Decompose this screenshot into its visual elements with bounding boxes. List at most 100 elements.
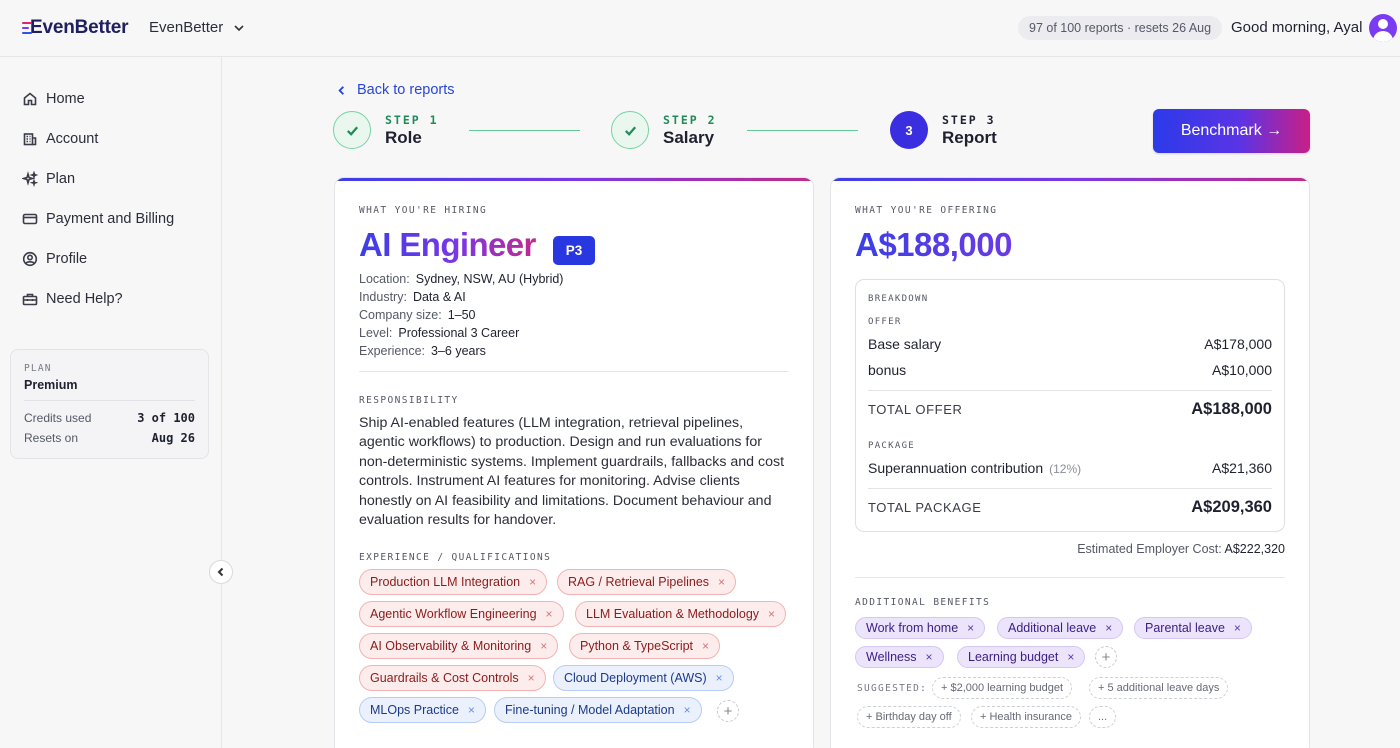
- add-benefit-button[interactable]: +: [1095, 646, 1117, 668]
- plan-card: PLAN Premium Credits used 3 of 100 Reset…: [10, 349, 209, 459]
- step-connector: [747, 130, 858, 131]
- employer-cost: Estimated Employer Cost: A$222,320: [1077, 542, 1285, 556]
- step-salary[interactable]: STEP 2 Salary: [611, 111, 717, 149]
- step-report[interactable]: 3 STEP 3 Report: [890, 111, 997, 149]
- detail-company-size: Company size: 1–50: [359, 308, 476, 322]
- benchmark-button[interactable]: Benchmark →: [1153, 109, 1310, 153]
- detail-value: Sydney, NSW, AU (Hybrid): [415, 272, 564, 286]
- responsibility-text: Ship AI-enabled features (LLM integratio…: [359, 415, 785, 529]
- step-role[interactable]: STEP 1 Role: [333, 111, 439, 149]
- detail-experience: Experience: 3–6 years: [359, 344, 486, 358]
- benefit-chip-label: Parental leave: [1145, 621, 1225, 635]
- benefit-chip: Learning budget ×: [957, 646, 1086, 668]
- logo[interactable]: EvenBetter: [22, 17, 129, 39]
- building-icon: [23, 133, 37, 146]
- remove-icon[interactable]: ×: [1105, 621, 1112, 635]
- step-number-indicator: 3: [890, 111, 928, 149]
- user-circle-icon: [22, 251, 38, 267]
- sidebar-collapse-button[interactable]: [209, 560, 233, 584]
- skill-chip-label: Guardrails & Cost Controls: [370, 671, 519, 685]
- more-suggestions-button[interactable]: ...: [1089, 706, 1117, 728]
- add-skill-button[interactable]: +: [717, 700, 739, 722]
- detail-key: Industry:: [359, 290, 407, 304]
- logo-mark-icon: [22, 21, 32, 35]
- resets-on-value: Aug 26: [151, 431, 195, 445]
- detail-level: Level: Professional 3 Career: [359, 326, 519, 340]
- remove-icon[interactable]: ×: [702, 639, 709, 653]
- skill-chip-label: Python & TypeScript: [580, 639, 694, 653]
- offer-kicker: OFFER: [868, 317, 902, 327]
- avatar[interactable]: [1369, 14, 1397, 42]
- remove-icon[interactable]: ×: [718, 575, 725, 589]
- toolbox-icon: [22, 293, 38, 306]
- remove-icon[interactable]: ×: [716, 671, 723, 685]
- resets-on-label: Resets on: [24, 431, 79, 445]
- suggested-benefit-chip[interactable]: + $2,000 learning budget: [932, 677, 1073, 699]
- suggested-label: SUGGESTED:: [857, 683, 928, 694]
- sparkles-icon: [22, 171, 38, 187]
- sidebar-item-label: Payment and Billing: [46, 211, 175, 227]
- sidebar-item-payment-billing[interactable]: Payment and Billing: [22, 209, 174, 229]
- qualifications-kicker: EXPERIENCE / QUALIFICATIONS: [359, 552, 552, 563]
- skill-chip-label: AI Observability & Monitoring: [370, 639, 532, 653]
- credits-used-label: Credits used: [24, 411, 92, 425]
- skill-chip-label: Production LLM Integration: [370, 575, 521, 589]
- sidebar-item-need-help[interactable]: Need Help?: [22, 289, 123, 309]
- main-content: Back to reports STEP 1 Role STEP 2 Salar…: [222, 57, 1400, 748]
- remove-icon[interactable]: ×: [546, 607, 553, 621]
- suggested-benefit-chip[interactable]: + Birthday day off: [857, 706, 961, 728]
- hiring-kicker: WHAT YOU'RE HIRING: [359, 205, 488, 216]
- logo-text: EvenBetter: [30, 17, 129, 38]
- detail-location: Location: Sydney, NSW, AU (Hybrid): [359, 272, 563, 286]
- sidebar: Home Account Plan Payment and Billing Pr…: [0, 57, 222, 748]
- total-offer-value: A$188,000: [1191, 400, 1272, 418]
- remove-icon[interactable]: ×: [768, 607, 775, 621]
- sidebar-item-profile[interactable]: Profile: [22, 249, 87, 269]
- remove-icon[interactable]: ×: [468, 703, 475, 717]
- sidebar-item-label: Need Help?: [46, 291, 123, 307]
- remove-icon[interactable]: ×: [1067, 650, 1074, 664]
- sidebar-item-home[interactable]: Home: [22, 89, 85, 109]
- skill-chip: AI Observability & Monitoring ×: [359, 633, 559, 659]
- remove-icon[interactable]: ×: [684, 703, 691, 717]
- base-salary-row: Base salary A$178,000: [868, 336, 1272, 352]
- step-kicker: STEP 3: [942, 112, 996, 127]
- home-icon: [23, 92, 37, 106]
- employer-cost-value: A$222,320: [1224, 542, 1285, 556]
- sidebar-item-plan[interactable]: Plan: [22, 169, 75, 189]
- benefit-chip: Work from home ×: [855, 617, 986, 639]
- remove-icon[interactable]: ×: [1234, 621, 1241, 635]
- skill-chip: Production LLM Integration ×: [359, 569, 548, 595]
- sidebar-item-account[interactable]: Account: [22, 129, 98, 149]
- skill-chip: Guardrails & Cost Controls ×: [359, 665, 546, 691]
- org-switcher[interactable]: EvenBetter: [149, 19, 245, 36]
- skill-chip-label: Cloud Deployment (AWS): [564, 671, 707, 685]
- suggested-benefit-chip[interactable]: + Health insurance: [971, 706, 1082, 728]
- bonus-value: A$10,000: [1212, 362, 1272, 378]
- back-link-label: Back to reports: [357, 82, 455, 98]
- remove-icon[interactable]: ×: [540, 639, 547, 653]
- total-offer-label: TOTAL OFFER: [868, 402, 963, 417]
- detail-value: 3–6 years: [431, 344, 486, 358]
- remove-icon[interactable]: ×: [967, 621, 974, 635]
- remove-icon[interactable]: ×: [529, 575, 536, 589]
- remove-icon[interactable]: ×: [925, 650, 932, 664]
- total-package-value: A$209,360: [1191, 498, 1272, 516]
- skill-chip: Agentic Workflow Engineering ×: [359, 601, 564, 627]
- sidebar-item-label: Profile: [46, 251, 88, 267]
- detail-value: Professional 3 Career: [398, 326, 520, 340]
- suggested-benefit-chip[interactable]: + 5 additional leave days: [1089, 677, 1229, 699]
- plan-label: PLAN: [24, 363, 52, 374]
- detail-key: Location:: [359, 272, 410, 286]
- divider: [855, 577, 1285, 578]
- benefit-chip-label: Additional leave: [1008, 621, 1097, 635]
- benefit-chip-label: Work from home: [866, 621, 959, 635]
- greeting: Good morning, Ayal: [1231, 19, 1363, 36]
- role-title: AI Engineer: [359, 226, 536, 263]
- back-to-reports-link[interactable]: Back to reports: [336, 82, 455, 98]
- detail-key: Experience:: [359, 344, 426, 358]
- level-badge: P3: [553, 236, 595, 265]
- remove-icon[interactable]: ×: [528, 671, 535, 685]
- step-title: Role: [385, 127, 422, 147]
- detail-key: Company size:: [359, 308, 442, 322]
